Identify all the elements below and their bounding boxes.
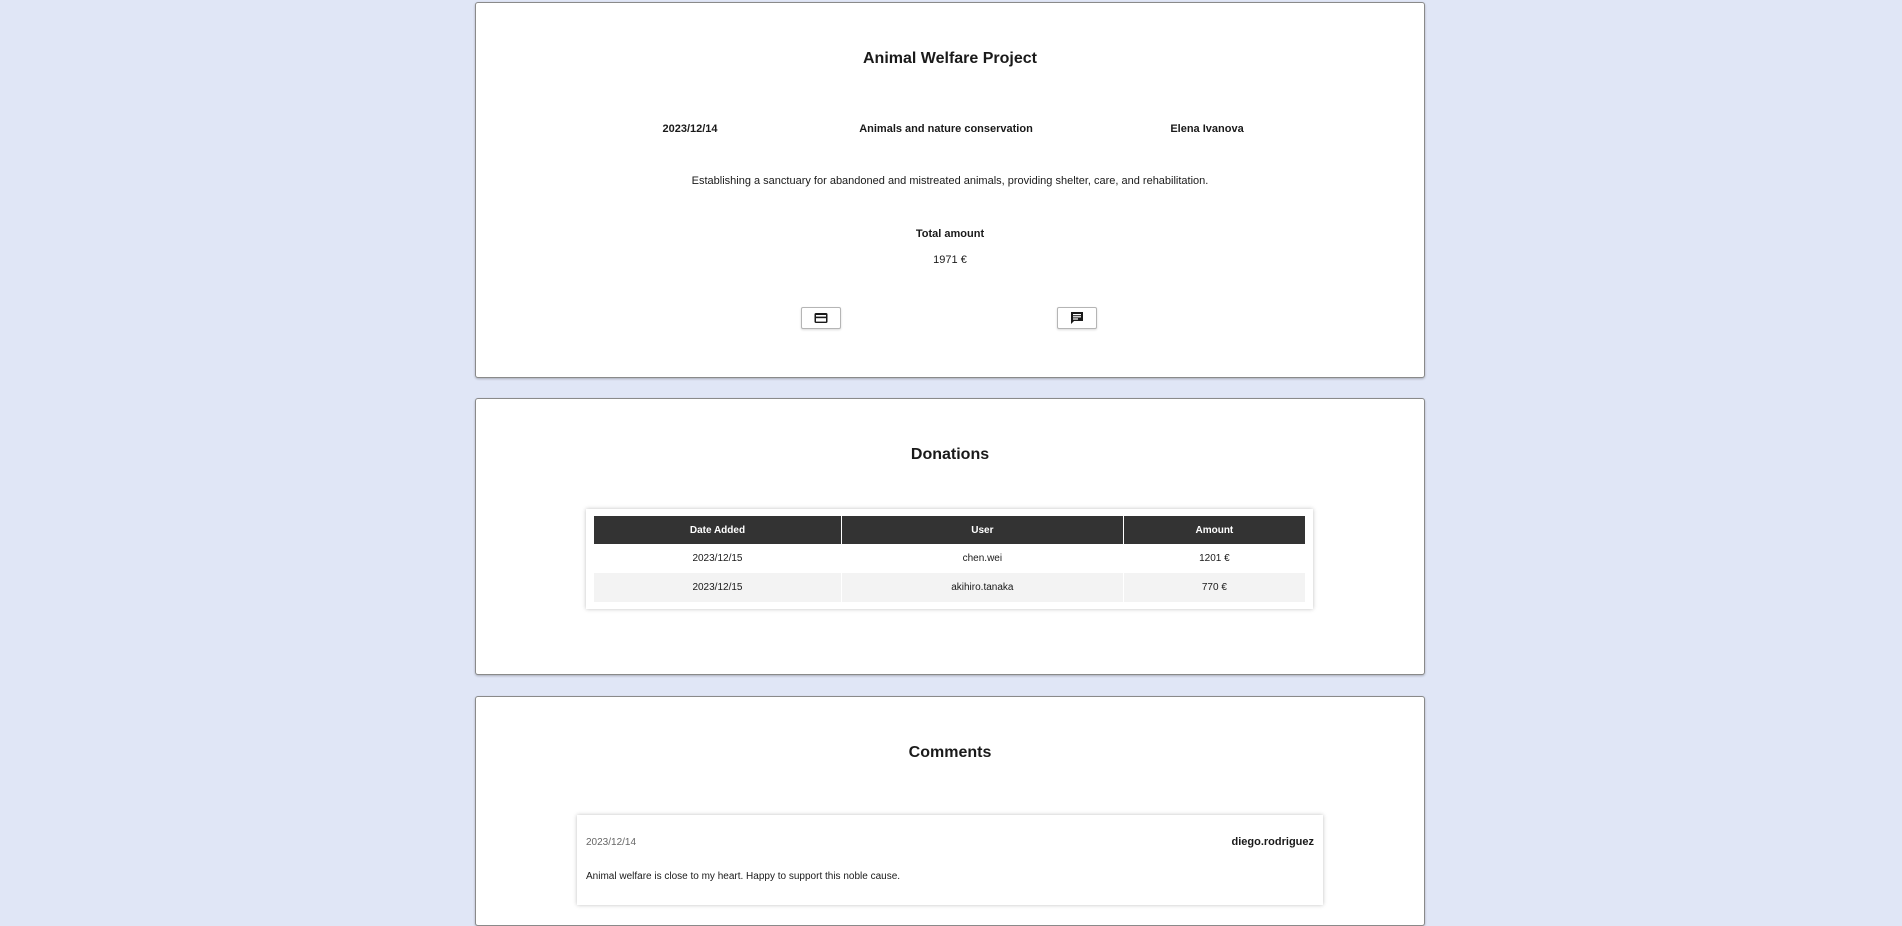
comments-card: Comments 2023/12/14 diego.rodriguez Anim…	[475, 696, 1425, 926]
comment-text: Animal welfare is close to my heart. Hap…	[586, 871, 901, 882]
table-row: 2023/12/15 akihiro.tanaka 770 €	[594, 573, 1305, 602]
column-header-amount[interactable]: Amount	[1123, 516, 1305, 544]
table-row: 2023/12/15 chen.wei 1201 €	[594, 544, 1305, 573]
donation-user: akihiro.tanaka	[841, 573, 1123, 602]
comments-title: Comments	[908, 744, 992, 761]
comment-item: 2023/12/14 diego.rodriguez Animal welfar…	[577, 815, 1323, 905]
comment-button[interactable]	[1057, 307, 1097, 329]
donations-table-container: Date Added User Amount 2023/12/15 chen.w…	[586, 509, 1313, 609]
project-description: Establishing a sanctuary for abandoned a…	[691, 175, 1209, 187]
donation-amount: 1201 €	[1199, 553, 1230, 564]
column-header-user[interactable]: User	[841, 516, 1123, 544]
project-title: Animal Welfare Project	[863, 50, 1037, 67]
table-header-row: Date Added User Amount	[594, 516, 1305, 544]
total-amount-label: Total amount	[915, 228, 985, 240]
donate-button[interactable]	[801, 307, 841, 329]
donations-card: Donations Date Added User Amount 2023/12…	[475, 398, 1425, 675]
donations-table: Date Added User Amount 2023/12/15 chen.w…	[593, 516, 1306, 602]
project-author: Elena Ivanova	[1170, 123, 1244, 135]
donations-title: Donations	[910, 446, 990, 463]
donation-date: 2023/12/15	[692, 553, 743, 564]
comment-user: diego.rodriguez	[1231, 836, 1315, 848]
project-category: Animals and nature conservation	[859, 123, 1033, 135]
column-header-date[interactable]: Date Added	[594, 516, 841, 544]
project-card: Animal Welfare Project 2023/12/14 Animal…	[475, 2, 1425, 378]
comment-date: 2023/12/14	[586, 837, 637, 848]
credit-card-icon	[814, 313, 828, 323]
donation-amount: 770 €	[1123, 573, 1305, 602]
donation-date: 2023/12/15	[594, 573, 841, 602]
donation-user: chen.wei	[962, 553, 1003, 564]
project-date: 2023/12/14	[662, 123, 718, 135]
total-amount-value: 1971 €	[933, 254, 967, 266]
comment-icon	[1071, 312, 1083, 324]
